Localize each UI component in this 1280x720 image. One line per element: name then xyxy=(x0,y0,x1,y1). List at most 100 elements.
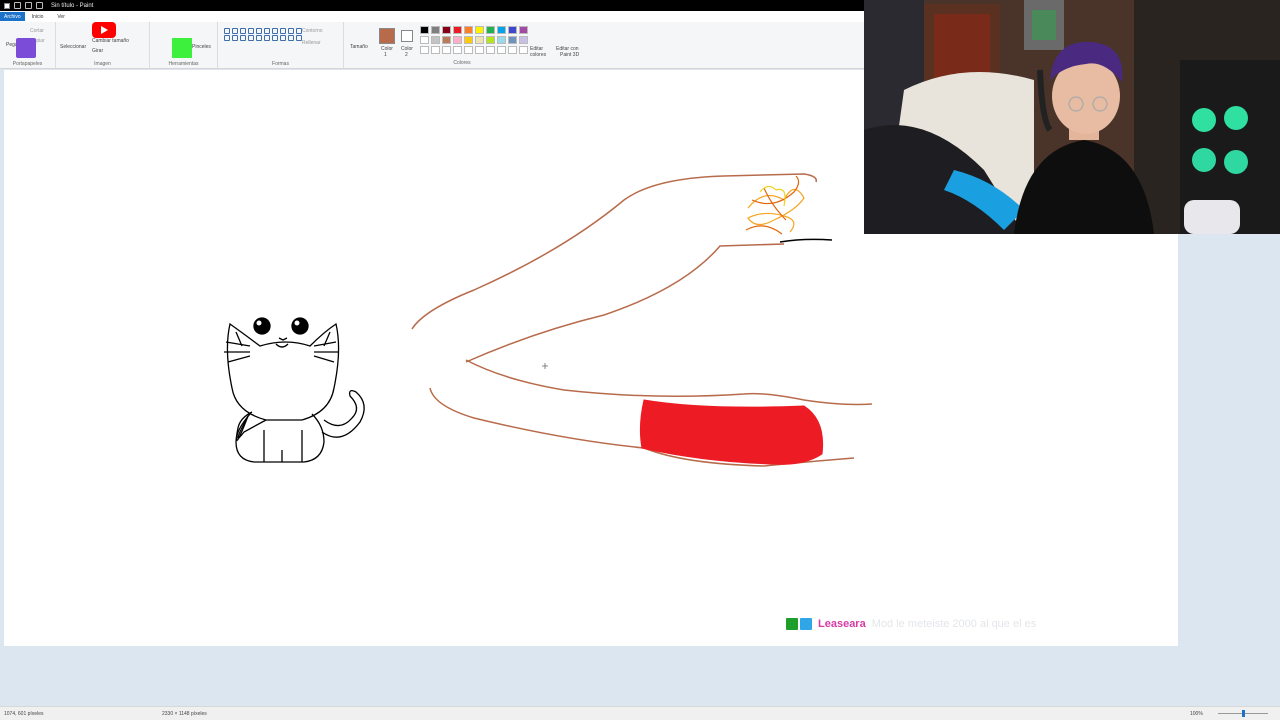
palette-custom-swatch[interactable] xyxy=(464,46,473,54)
shape-round-rect-icon[interactable] xyxy=(256,28,262,34)
twitch-overlay-icon xyxy=(16,38,36,58)
palette-custom-swatch[interactable] xyxy=(453,46,462,54)
edit-colors-label-2[interactable]: colores xyxy=(530,52,546,58)
shape-star5-icon[interactable] xyxy=(264,35,270,41)
palette-custom-swatch[interactable] xyxy=(431,46,440,54)
palette-custom-swatch[interactable] xyxy=(486,46,495,54)
kick-overlay-icon xyxy=(172,38,192,58)
shape-rect-icon[interactable] xyxy=(248,28,254,34)
ribbon: Pegar Cortar Copiar Portapapeles Selecci… xyxy=(0,22,864,69)
color2-swatch[interactable] xyxy=(401,30,413,42)
shape-callout-icon[interactable] xyxy=(280,35,286,41)
kick-badge-icon xyxy=(786,618,798,630)
shape-line-icon[interactable] xyxy=(224,28,230,34)
select-button[interactable]: Seleccionar xyxy=(60,44,86,50)
palette-swatch[interactable] xyxy=(420,36,429,44)
chat-username: Leaseara xyxy=(818,618,866,630)
palette-swatch[interactable] xyxy=(442,26,451,34)
size-button[interactable]: Tamaño xyxy=(350,44,368,50)
color-palette[interactable] xyxy=(420,26,528,54)
paint-app-icon xyxy=(4,2,10,9)
shape-star4-icon[interactable] xyxy=(256,35,262,41)
palette-swatch[interactable] xyxy=(519,26,528,34)
shape-star6-icon[interactable] xyxy=(272,35,278,41)
color2-number: 2 xyxy=(405,52,408,58)
chat-text: Mod le meteiste 2000 al que el es xyxy=(871,618,1037,630)
tab-file[interactable]: Archivo xyxy=(0,12,25,21)
palette-swatch[interactable] xyxy=(420,26,429,34)
palette-swatch[interactable] xyxy=(508,26,517,34)
palette-custom-swatch[interactable] xyxy=(420,46,429,54)
brushes-button[interactable]: Pinceles xyxy=(192,44,211,50)
palette-swatch[interactable] xyxy=(486,26,495,34)
undo-icon[interactable] xyxy=(25,2,32,9)
shape-arrow-left-icon[interactable] xyxy=(232,35,238,41)
paint3d-label-2[interactable]: Paint 3D xyxy=(560,52,579,58)
clipboard-group-label: Portapapeles xyxy=(12,61,43,67)
palette-custom-swatch[interactable] xyxy=(508,46,517,54)
webcam-illustration xyxy=(864,0,1280,234)
shape-diamond-icon[interactable] xyxy=(280,28,286,34)
palette-custom-swatch[interactable] xyxy=(497,46,506,54)
shape-oval-icon[interactable] xyxy=(240,28,246,34)
color1-swatch[interactable] xyxy=(379,28,395,44)
shape-triangle-icon[interactable] xyxy=(272,28,278,34)
colors-group-label: Colores xyxy=(453,60,471,66)
shape-heart-icon[interactable] xyxy=(288,35,294,41)
palette-swatch[interactable] xyxy=(431,36,440,44)
palette-swatch[interactable] xyxy=(464,26,473,34)
red-filled-shape xyxy=(639,399,824,465)
palette-swatch[interactable] xyxy=(475,36,484,44)
shape-arrow-right-icon[interactable] xyxy=(224,35,230,41)
palette-swatch[interactable] xyxy=(453,36,462,44)
image-size: 2330 × 1148 píxeles xyxy=(162,711,207,717)
shapes-group: Contorno Rellenar Formas xyxy=(218,22,344,69)
window-title: Sin título - Paint xyxy=(51,2,94,9)
shapes-group-label: Formas xyxy=(272,61,289,67)
palette-swatch[interactable] xyxy=(431,26,440,34)
palette-swatch[interactable] xyxy=(508,36,517,44)
palette-swatch[interactable] xyxy=(519,36,528,44)
tab-home[interactable]: Inicio xyxy=(25,14,51,20)
resize-button[interactable]: Cambiar tamaño xyxy=(92,38,129,44)
tab-view[interactable]: Ver xyxy=(50,14,72,20)
shape-arrow-down-icon[interactable] xyxy=(248,35,254,41)
palette-swatch[interactable] xyxy=(497,36,506,44)
color1-number: 1 xyxy=(384,52,387,58)
palette-swatch[interactable] xyxy=(464,36,473,44)
cursor-position: 1074, 601 píxeles xyxy=(4,711,44,717)
shape-pentagon-icon[interactable] xyxy=(288,28,294,34)
palette-custom-swatch[interactable] xyxy=(475,46,484,54)
youtube-overlay-icon xyxy=(92,22,116,38)
webcam-overlay xyxy=(864,0,1280,234)
save-quick-icon[interactable] xyxy=(14,2,21,9)
cut-button[interactable]: Cortar xyxy=(30,28,44,34)
rotate-button[interactable]: Girar xyxy=(92,48,103,54)
shape-curve-icon[interactable] xyxy=(232,28,238,34)
palette-swatch[interactable] xyxy=(497,26,506,34)
image-group-label: Imagen xyxy=(94,61,111,67)
palette-swatch[interactable] xyxy=(475,26,484,34)
redo-icon[interactable] xyxy=(36,2,43,9)
palette-swatch[interactable] xyxy=(486,36,495,44)
fire-scribble xyxy=(745,175,805,235)
title-bar: Sin título - Paint xyxy=(0,0,864,11)
zoom-level: 100% xyxy=(1190,711,1203,717)
palette-custom-swatch[interactable] xyxy=(442,46,451,54)
shape-fill-button[interactable]: Rellenar xyxy=(302,40,321,46)
cat-drawing xyxy=(224,317,365,463)
chat-message: Leaseara Mod le meteiste 2000 al que el … xyxy=(786,617,1036,631)
verified-badge-icon xyxy=(800,618,812,630)
zoom-slider-thumb[interactable] xyxy=(1242,710,1245,717)
black-stroke xyxy=(779,238,833,243)
shape-polygon-icon[interactable] xyxy=(264,28,270,34)
tools-group-label: Herramientas xyxy=(168,61,199,67)
shape-outline-button[interactable]: Contorno xyxy=(302,28,323,34)
palette-swatch[interactable] xyxy=(453,26,462,34)
status-bar: 1074, 601 píxeles 2330 × 1148 píxeles 10… xyxy=(0,706,1280,720)
palette-swatch[interactable] xyxy=(442,36,451,44)
shapes-gallery[interactable] xyxy=(224,28,302,41)
shape-arrow-up-icon[interactable] xyxy=(240,35,246,41)
palette-custom-swatch[interactable] xyxy=(519,46,528,54)
move-cursor-icon xyxy=(542,363,548,369)
